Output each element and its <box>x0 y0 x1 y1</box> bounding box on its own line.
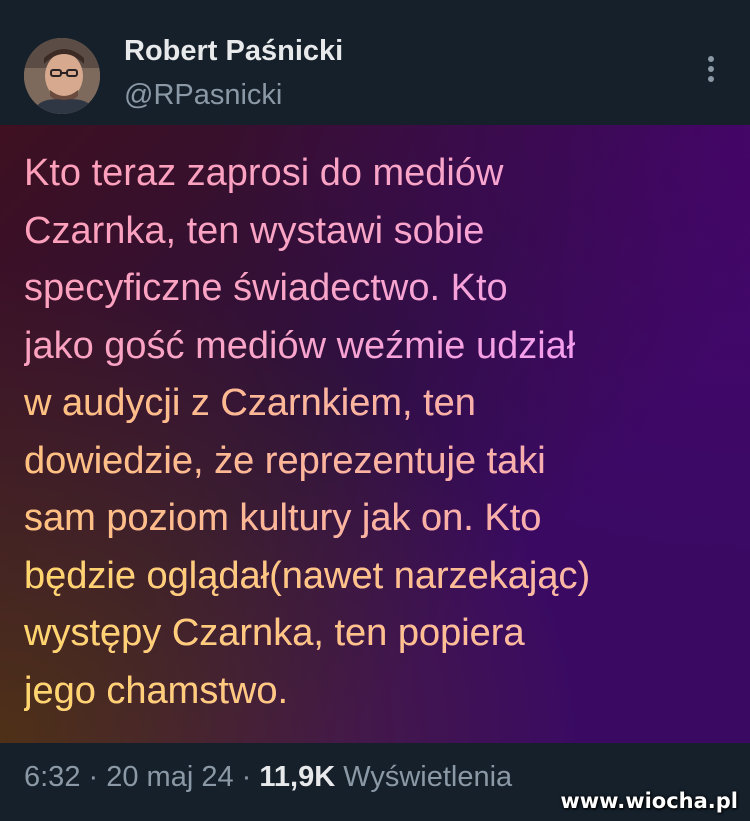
avatar[interactable] <box>24 38 100 114</box>
tweet-card: Robert Paśnicki @RPasnicki Kto teraz zap… <box>0 0 750 821</box>
tweet-content-area: Kto teraz zaprosi do mediów Czarnka, ten… <box>0 125 750 743</box>
separator: · <box>80 761 107 793</box>
more-options-button[interactable] <box>697 52 725 86</box>
tweet-text-line: sam poziom kultury jak on. Kto <box>24 490 724 548</box>
tweet-time[interactable]: 6:32 <box>24 761 80 793</box>
vertical-dots-icon <box>708 56 714 82</box>
tweet-text-line: występy Czarnka, ten popiera <box>24 605 724 663</box>
tweet-text-line: jako gość mediów weźmie udział <box>24 324 576 367</box>
profile-photo-icon <box>24 38 100 114</box>
tweet-text-line: będzie oglądał(nawet narzekając) <box>24 548 724 606</box>
author-name[interactable]: Robert Paśnicki <box>124 34 343 68</box>
tweet-header: Robert Paśnicki @RPasnicki <box>0 0 750 125</box>
views-count: 11,9K <box>259 761 336 793</box>
tweet-date[interactable]: 20 maj 24 <box>106 761 233 793</box>
tweet-text-line: specyficzne świadectwo. Kto <box>24 267 508 309</box>
tweet-text-line: Czarnka, ten wystawi sobie <box>24 209 485 252</box>
views-label: Wyświetlenia <box>335 761 513 793</box>
tweet-text-line: w audycji z Czarnkiem, ten <box>24 375 724 433</box>
tweet-text-line: jego chamstwo. <box>24 663 724 721</box>
tweet-text: Kto teraz zaprosi do mediów Czarnka, ten… <box>24 145 724 720</box>
author-handle[interactable]: @RPasnicki <box>124 78 282 112</box>
watermark: www.wiocha.pl <box>560 789 738 813</box>
separator: · <box>233 761 260 793</box>
tweet-text-line: dowiedzie, że reprezentuje taki <box>24 433 724 491</box>
tweet-text-line: Kto teraz zaprosi do mediów <box>24 152 504 194</box>
tweet-metadata: 6:32 · 20 maj 24 · 11,9K Wyświetlenia <box>24 760 512 794</box>
